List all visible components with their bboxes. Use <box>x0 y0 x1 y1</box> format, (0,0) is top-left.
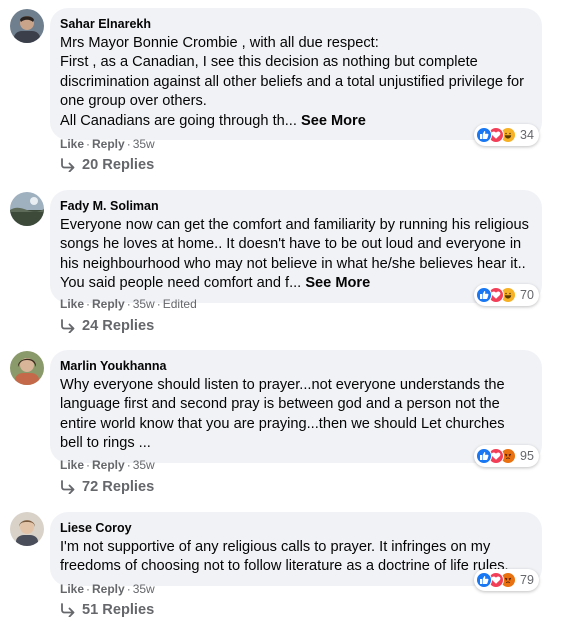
comment-text: Why everyone should listen to prayer...n… <box>60 376 530 454</box>
separator: · <box>126 582 131 596</box>
separator: · <box>86 137 91 151</box>
reaction-count: 79 <box>520 573 534 587</box>
separator: · <box>126 137 131 151</box>
like-button[interactable]: Like <box>60 137 84 151</box>
timestamp[interactable]: 35w <box>133 137 155 151</box>
reply-button[interactable]: Reply <box>92 458 125 472</box>
reply-arrow-icon <box>60 158 76 172</box>
comment-author[interactable]: Fady M. Soliman <box>60 198 530 214</box>
separator: · <box>156 297 161 311</box>
like-icon <box>476 287 492 303</box>
reactions-summary[interactable]: 70 <box>474 284 539 306</box>
comment-text: Everyone now can get the comfort and fam… <box>60 216 530 294</box>
see-more-link[interactable]: See More <box>305 275 370 291</box>
comment-bubble: Liese Coroy I'm not supportive of any re… <box>50 512 542 586</box>
timestamp[interactable]: 35w <box>133 458 155 472</box>
comment-text: Mrs Mayor Bonnie Crombie , with all due … <box>60 34 530 131</box>
like-button[interactable]: Like <box>60 297 84 311</box>
comment-actions: Like · Reply · 35w <box>60 458 155 472</box>
separator: · <box>126 458 131 472</box>
reactions-summary[interactable]: 95 <box>474 445 539 467</box>
timestamp[interactable]: 35w <box>133 297 155 311</box>
reactions-summary[interactable]: 79 <box>474 569 539 591</box>
reply-button[interactable]: Reply <box>92 297 125 311</box>
replies-label: 51 Replies <box>82 602 155 618</box>
reply-arrow-icon <box>60 319 76 333</box>
avatar[interactable] <box>10 9 44 43</box>
comment-bubble: Marlin Youkhanna Why everyone should lis… <box>50 350 542 463</box>
avatar[interactable] <box>10 512 44 546</box>
reaction-count: 70 <box>520 288 534 302</box>
like-button[interactable]: Like <box>60 458 84 472</box>
replies-label: 72 Replies <box>82 479 155 495</box>
reaction-count: 34 <box>520 128 534 142</box>
view-replies-button[interactable]: 20 Replies <box>60 157 154 173</box>
separator: · <box>86 458 91 472</box>
comment-actions: Like · Reply · 35w <box>60 137 155 151</box>
view-replies-button[interactable]: 72 Replies <box>60 479 154 495</box>
like-icon <box>476 127 492 143</box>
reply-arrow-icon <box>60 603 76 617</box>
see-more-link[interactable]: See More <box>301 113 366 129</box>
comment-author[interactable]: Liese Coroy <box>60 520 530 536</box>
comment-bubble: Fady M. Soliman Everyone now can get the… <box>50 190 542 303</box>
comment-author[interactable]: Marlin Youkhanna <box>60 358 530 374</box>
comment-text-body: Why everyone should listen to prayer...n… <box>60 377 505 452</box>
like-icon <box>476 448 492 464</box>
separator: · <box>86 297 91 311</box>
timestamp[interactable]: 35w <box>133 582 155 596</box>
reply-button[interactable]: Reply <box>92 137 125 151</box>
avatar[interactable] <box>10 351 44 385</box>
separator: · <box>86 582 91 596</box>
comment-text-body: Everyone now can get the comfort and fam… <box>60 217 529 292</box>
reactions-summary[interactable]: 34 <box>474 124 539 146</box>
edited-label[interactable]: Edited <box>163 297 197 311</box>
comment-text: I'm not supportive of any religious call… <box>60 538 530 577</box>
like-icon <box>476 572 492 588</box>
comment-bubble: Sahar Elnarekh Mrs Mayor Bonnie Crombie … <box>50 8 542 141</box>
replies-label: 20 Replies <box>82 157 155 173</box>
comment-actions: Like · Reply · 35w · Edited <box>60 297 197 311</box>
comment-text-body: Mrs Mayor Bonnie Crombie , with all due … <box>60 35 525 129</box>
view-replies-button[interactable]: 24 Replies <box>60 318 154 334</box>
comment-text-body: I'm not supportive of any religious call… <box>60 539 509 575</box>
reply-arrow-icon <box>60 480 76 494</box>
comment-author[interactable]: Sahar Elnarekh <box>60 16 530 32</box>
avatar[interactable] <box>10 192 44 226</box>
separator: · <box>126 297 131 311</box>
like-button[interactable]: Like <box>60 582 84 596</box>
comment-actions: Like · Reply · 35w <box>60 582 155 596</box>
view-replies-button[interactable]: 51 Replies <box>60 602 154 618</box>
reply-button[interactable]: Reply <box>92 582 125 596</box>
reaction-count: 95 <box>520 449 534 463</box>
replies-label: 24 Replies <box>82 318 155 334</box>
